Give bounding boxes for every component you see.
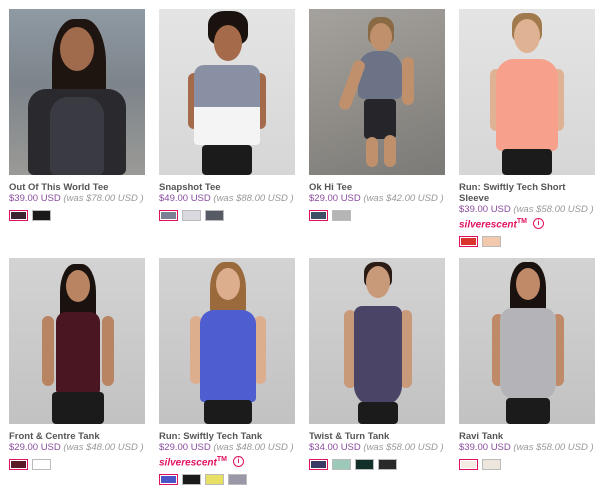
product-image[interactable]	[309, 258, 445, 424]
product-card[interactable]: Twist & Turn Tank $34.00 USD (was $58.00…	[309, 258, 445, 470]
product-card[interactable]: Run: Swiftly Tech Short Sleeve $39.00 US…	[459, 9, 595, 248]
product-image[interactable]	[309, 9, 445, 175]
sale-price: $49.00 USD	[159, 193, 211, 204]
product-image[interactable]	[459, 9, 595, 175]
color-swatch[interactable]	[332, 210, 351, 221]
color-swatch[interactable]	[309, 459, 328, 470]
info-icon[interactable]: i	[532, 218, 544, 230]
color-swatches	[9, 210, 145, 221]
color-swatch[interactable]	[159, 474, 178, 486]
product-image[interactable]	[459, 258, 595, 424]
sale-price: $39.00 USD	[9, 193, 61, 204]
product-card[interactable]: Run: Swiftly Tech Tank $29.00 USD (was $…	[159, 258, 295, 486]
color-swatch[interactable]	[205, 210, 224, 221]
silverescent-badge: silverescentTM i	[459, 216, 595, 231]
original-price: (was $48.00 USD )	[213, 442, 294, 453]
original-price: (was $88.00 USD )	[213, 193, 294, 204]
original-price: (was $48.00 USD )	[63, 442, 144, 453]
info-icon[interactable]: i	[232, 456, 244, 468]
color-swatch[interactable]	[355, 459, 374, 470]
original-price: (was $58.00 USD )	[363, 442, 444, 453]
product-card[interactable]: Front & Centre Tank $29.00 USD (was $48.…	[9, 258, 145, 470]
badge-label: silverescentTM	[459, 218, 527, 231]
original-price: (was $78.00 USD )	[63, 193, 144, 204]
color-swatch[interactable]	[482, 459, 501, 470]
color-swatch[interactable]	[32, 459, 51, 470]
color-swatch[interactable]	[332, 459, 351, 470]
original-price: (was $58.00 USD )	[513, 204, 594, 215]
product-image[interactable]	[159, 258, 295, 424]
product-price: $29.00 USD (was $48.00 USD )	[159, 442, 295, 454]
color-swatch[interactable]	[32, 210, 51, 221]
sale-price: $39.00 USD	[459, 204, 511, 215]
product-name[interactable]: Run: Swiftly Tech Short Sleeve	[459, 182, 595, 204]
product-price: $29.00 USD (was $42.00 USD )	[309, 193, 445, 205]
product-name[interactable]: Run: Swiftly Tech Tank	[159, 431, 295, 442]
product-card[interactable]: Out Of This World Tee $39.00 USD (was $7…	[9, 9, 145, 221]
silverescent-badge: silverescentTM i	[159, 454, 295, 469]
sale-price: $29.00 USD	[159, 442, 211, 453]
product-name[interactable]: Out Of This World Tee	[9, 182, 145, 193]
color-swatch[interactable]	[228, 474, 247, 486]
original-price: (was $42.00 USD )	[363, 193, 444, 204]
product-price: $29.00 USD (was $48.00 USD )	[9, 442, 145, 454]
product-card[interactable]: Snapshot Tee $49.00 USD (was $88.00 USD …	[159, 9, 295, 221]
badge-label: silverescentTM	[159, 456, 227, 469]
color-swatches	[309, 459, 445, 470]
product-name[interactable]: Ravi Tank	[459, 431, 595, 442]
product-name[interactable]: Twist & Turn Tank	[309, 431, 445, 442]
color-swatch[interactable]	[182, 474, 201, 486]
product-price: $39.00 USD (was $78.00 USD )	[9, 193, 145, 205]
sale-price: $29.00 USD	[9, 442, 61, 453]
product-price: $34.00 USD (was $58.00 USD )	[309, 442, 445, 454]
color-swatch[interactable]	[378, 459, 397, 470]
product-grid: Out Of This World Tee $39.00 USD (was $7…	[0, 0, 600, 490]
color-swatch[interactable]	[9, 459, 28, 470]
color-swatches	[309, 210, 445, 221]
product-card[interactable]: Ravi Tank $39.00 USD (was $58.00 USD )	[459, 258, 595, 470]
color-swatch[interactable]	[459, 236, 478, 248]
color-swatches	[459, 459, 595, 470]
color-swatch[interactable]	[9, 210, 28, 221]
product-card[interactable]: Ok Hi Tee $29.00 USD (was $42.00 USD )	[309, 9, 445, 221]
product-image[interactable]	[9, 9, 145, 175]
product-price: $49.00 USD (was $88.00 USD )	[159, 193, 295, 205]
color-swatch[interactable]	[459, 459, 478, 470]
color-swatches	[159, 474, 295, 486]
color-swatches	[9, 459, 145, 470]
product-name[interactable]: Snapshot Tee	[159, 182, 295, 193]
color-swatches	[459, 236, 595, 248]
sale-price: $34.00 USD	[309, 442, 361, 453]
color-swatch[interactable]	[482, 236, 501, 248]
product-price: $39.00 USD (was $58.00 USD )	[459, 204, 595, 216]
product-price: $39.00 USD (was $58.00 USD )	[459, 442, 595, 454]
product-image[interactable]	[9, 258, 145, 424]
product-image[interactable]	[159, 9, 295, 175]
color-swatch[interactable]	[205, 474, 224, 486]
sale-price: $29.00 USD	[309, 193, 361, 204]
color-swatch[interactable]	[182, 210, 201, 221]
sale-price: $39.00 USD	[459, 442, 511, 453]
original-price: (was $58.00 USD )	[513, 442, 594, 453]
color-swatches	[159, 210, 295, 221]
color-swatch[interactable]	[309, 210, 328, 221]
product-name[interactable]: Ok Hi Tee	[309, 182, 445, 193]
product-name[interactable]: Front & Centre Tank	[9, 431, 145, 442]
color-swatch[interactable]	[159, 210, 178, 221]
